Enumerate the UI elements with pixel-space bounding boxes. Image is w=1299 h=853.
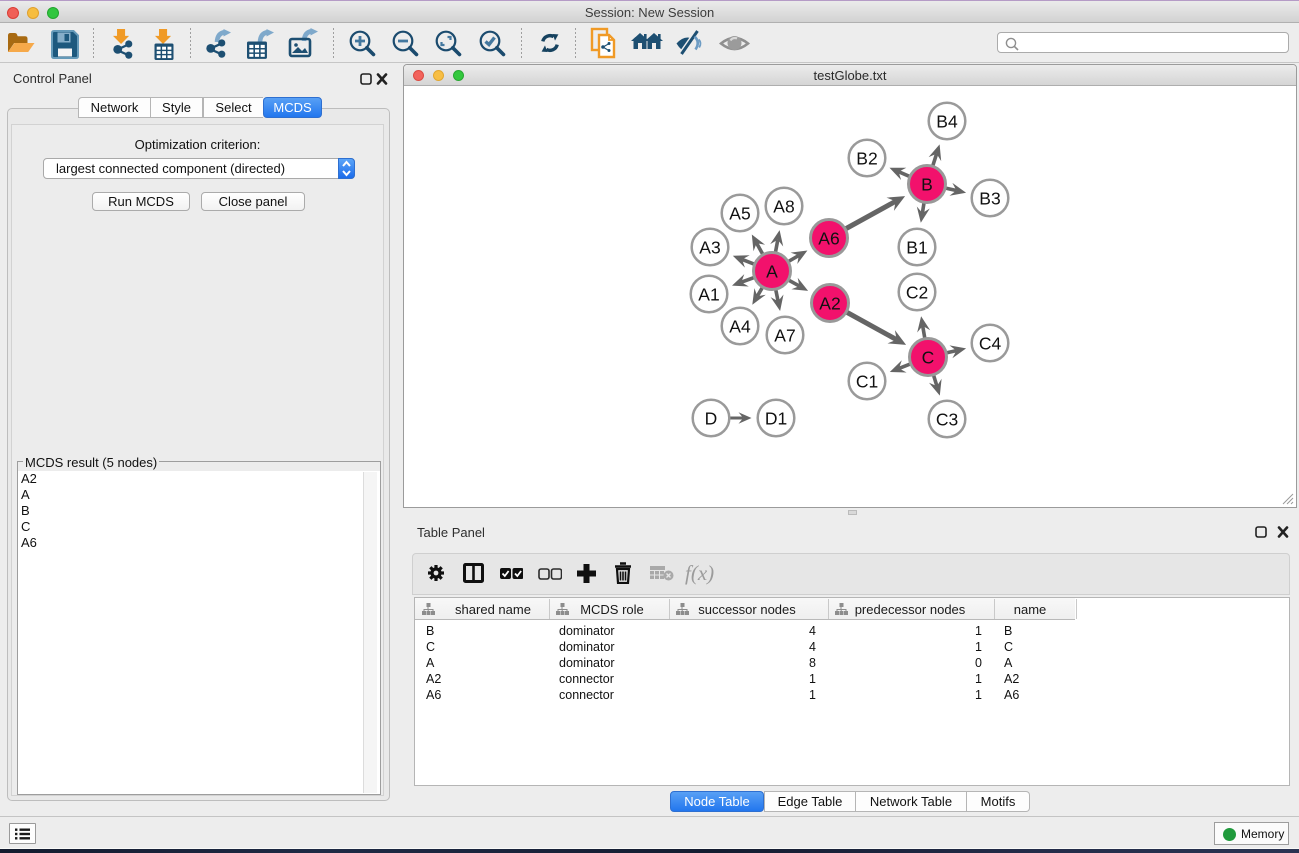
svg-text:A2: A2 (819, 294, 840, 314)
svg-text:C: C (922, 348, 935, 368)
svg-text:B3: B3 (979, 189, 1000, 209)
svg-text:A1: A1 (698, 285, 719, 305)
svg-text:A3: A3 (699, 238, 720, 258)
svg-text:A6: A6 (818, 229, 839, 249)
svg-text:C2: C2 (906, 283, 928, 303)
svg-text:C4: C4 (979, 334, 1002, 354)
svg-text:A5: A5 (729, 204, 750, 224)
svg-text:D: D (705, 409, 718, 429)
svg-text:B: B (921, 175, 933, 195)
svg-text:C1: C1 (856, 372, 878, 392)
svg-text:B1: B1 (906, 238, 927, 258)
svg-text:A8: A8 (773, 197, 794, 217)
svg-text:A4: A4 (729, 317, 751, 337)
svg-text:A: A (766, 262, 778, 282)
svg-text:A7: A7 (774, 326, 795, 346)
svg-text:D1: D1 (765, 409, 787, 429)
svg-text:B4: B4 (936, 112, 958, 132)
svg-text:B2: B2 (856, 149, 877, 169)
svg-text:C3: C3 (936, 410, 958, 430)
